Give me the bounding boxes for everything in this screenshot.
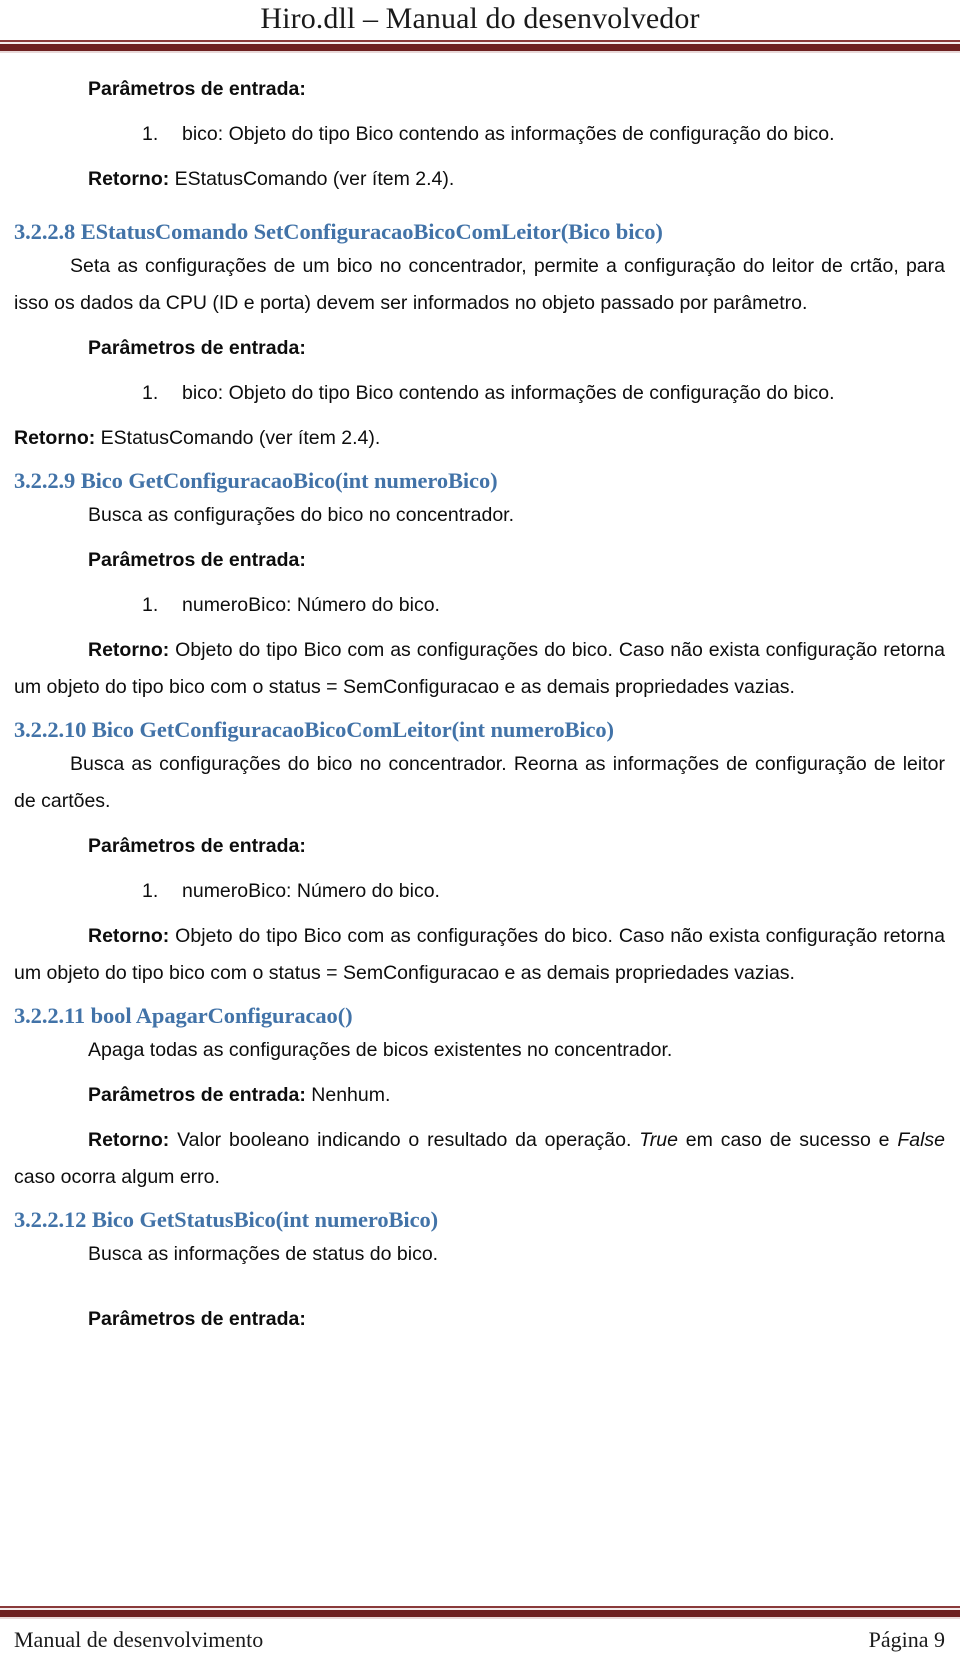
section-heading-3-2-2-11: 3.2.2.11 bool ApagarConfiguracao()	[14, 1003, 353, 1028]
section-heading-3-2-2-10: 3.2.2.10 Bico GetConfiguracaoBicoComLeit…	[14, 717, 614, 742]
retorno-paragraph-3-2-2-11: Retorno: Valor booleano indicando o resu…	[14, 1122, 945, 1196]
params-heading-3-2-2-8: Parâmetros de entrada:	[88, 337, 306, 359]
list-item-text: bico: Objeto do tipo Bico contendo as in…	[182, 123, 835, 145]
section-body-3-2-2-11: Apaga todas as configurações de bicos ex…	[88, 1039, 673, 1061]
params-inline-value: Nenhum.	[305, 1084, 391, 1106]
retorno-paragraph-top: Retorno: EStatusComando (ver ítem 2.4).	[14, 161, 945, 198]
section-body-3-2-2-10: Busca as configurações do bico no concen…	[14, 753, 945, 812]
footer-rule-fade-line	[0, 1617, 960, 1619]
list-item: 1. bico: Objeto do tipo Bico contendo as…	[14, 375, 945, 412]
params-list-top: 1. bico: Objeto do tipo Bico contendo as…	[14, 116, 945, 153]
retorno-text: EStatusComando (ver ítem 2.4).	[169, 168, 455, 190]
params-list-3-2-2-8: 1. bico: Objeto do tipo Bico contendo as…	[14, 375, 945, 412]
list-item-number: 1.	[142, 382, 159, 404]
document-header: Hiro.dll – Manual do desenvolvedor	[0, 0, 960, 53]
retorno-paragraph-3-2-2-9: Retorno: Objeto do tipo Bico com as conf…	[14, 632, 945, 706]
footer-divider-rule	[0, 1606, 960, 1619]
section-heading-3-2-2-8: 3.2.2.8 EStatusComando SetConfiguracaoBi…	[14, 219, 663, 244]
footer-page-number: Página 9	[868, 1627, 945, 1652]
params-heading-3-2-2-10: Parâmetros de entrada:	[88, 835, 306, 857]
params-heading-3-2-2-11: Parâmetros de entrada: Nenhum.	[14, 1077, 945, 1114]
retorno-text-post: caso ocorra algum erro.	[14, 1166, 220, 1188]
retorno-text-pre: Valor booleano indicando o resultado da …	[169, 1129, 640, 1151]
list-item: 1. bico: Objeto do tipo Bico contendo as…	[14, 116, 945, 153]
list-item: 1. numeroBico: Número do bico.	[14, 873, 945, 910]
header-divider-rule	[0, 40, 960, 53]
params-list-3-2-2-10: 1. numeroBico: Número do bico.	[14, 873, 945, 910]
list-item-number: 1.	[142, 880, 159, 902]
section-heading-3-2-2-12: 3.2.2.12 Bico GetStatusBico(int numeroBi…	[14, 1207, 439, 1232]
retorno-label: Retorno:	[88, 1129, 170, 1151]
params-heading-top: Parâmetros de entrada:	[88, 78, 306, 100]
retorno-true-value: True	[639, 1129, 678, 1151]
header-rule-fade-line	[0, 51, 960, 53]
document-content: Parâmetros de entrada: 1. bico: Objeto d…	[0, 53, 960, 1338]
retorno-label: Retorno:	[88, 925, 170, 947]
retorno-paragraph-3-2-2-8: Retorno: EStatusComando (ver ítem 2.4).	[14, 420, 945, 457]
list-item-text: numeroBico: Número do bico.	[182, 594, 440, 616]
list-item-text: numeroBico: Número do bico.	[182, 880, 440, 902]
retorno-text: EStatusComando (ver ítem 2.4).	[95, 427, 381, 449]
footer-row: Manual de desenvolvimento Página 9	[0, 1619, 960, 1655]
section-heading-3-2-2-9: 3.2.2.9 Bico GetConfiguracaoBico(int num…	[14, 468, 498, 493]
retorno-label: Retorno:	[88, 639, 170, 661]
document-title: Hiro.dll – Manual do desenvolvedor	[260, 2, 700, 35]
params-list-3-2-2-9: 1. numeroBico: Número do bico.	[14, 587, 945, 624]
section-body-3-2-2-12: Busca as informações de status do bico.	[88, 1243, 439, 1265]
section-body-3-2-2-8: Seta as configurações de um bico no conc…	[14, 255, 945, 314]
document-footer: Manual de desenvolvimento Página 9	[0, 1606, 960, 1668]
params-label: Parâmetros de entrada:	[88, 1084, 306, 1106]
retorno-label: Retorno:	[88, 168, 170, 190]
list-item-text: bico: Objeto do tipo Bico contendo as in…	[182, 382, 835, 404]
section-body-3-2-2-9: Busca as configurações do bico no concen…	[88, 504, 515, 526]
list-item: 1. numeroBico: Número do bico.	[14, 587, 945, 624]
document-page: Hiro.dll – Manual do desenvolvedor Parâm…	[0, 0, 960, 1668]
retorno-text-mid: em caso de sucesso e	[677, 1129, 898, 1151]
params-heading-3-2-2-12: Parâmetros de entrada:	[88, 1308, 306, 1330]
retorno-false-value: False	[897, 1129, 945, 1151]
retorno-paragraph-3-2-2-10: Retorno: Objeto do tipo Bico com as conf…	[14, 918, 945, 992]
header-rule-thick-line	[0, 44, 960, 51]
footer-document-name: Manual de desenvolvimento	[14, 1627, 264, 1652]
list-item-number: 1.	[142, 594, 159, 616]
params-heading-3-2-2-9: Parâmetros de entrada:	[88, 549, 306, 571]
list-item-number: 1.	[142, 123, 159, 145]
retorno-label: Retorno:	[14, 427, 96, 449]
footer-rule-thick-line	[0, 1610, 960, 1617]
